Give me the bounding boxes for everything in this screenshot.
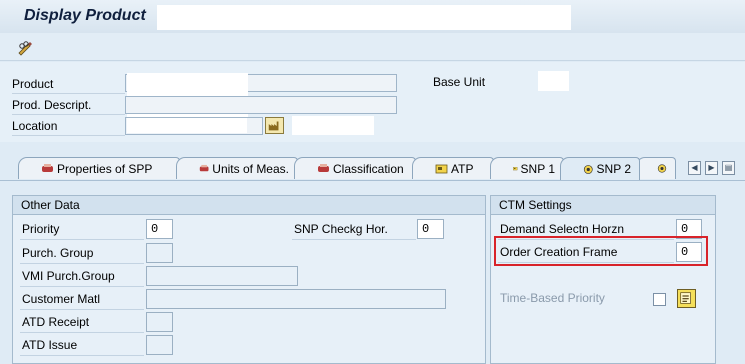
tab-label: Units of Meas. <box>212 161 289 176</box>
window-title: Display Product <box>24 7 146 24</box>
priority-input[interactable]: 0 <box>146 219 173 239</box>
tab-list-button[interactable]: ▤ <box>722 161 735 175</box>
tab-snp-2[interactable]: SNP 2 <box>560 157 640 180</box>
tab-atp[interactable]: ATP <box>412 157 494 179</box>
tab-scroll-left-button[interactable]: ◀ <box>688 161 701 175</box>
atd-issue-input[interactable] <box>146 335 173 355</box>
title-bar: Display Product <box>0 0 745 33</box>
classification-icon <box>318 164 329 172</box>
tab-overflow[interactable] <box>636 157 676 179</box>
atp-icon <box>435 164 448 174</box>
snp-checkg-hor-input[interactable]: 0 <box>417 219 444 239</box>
pencil-glasses-icon[interactable] <box>16 40 34 56</box>
customer-matl-input[interactable] <box>146 289 446 309</box>
tab-units-of-meas[interactable]: Units of Meas. <box>176 157 298 179</box>
highlight-box <box>494 236 708 266</box>
location-value-help-button[interactable] <box>265 117 284 134</box>
priority-label: Priority <box>20 219 144 240</box>
tab-strip: Properties of SPP Units of Meas. Classif… <box>0 157 745 180</box>
description-field[interactable] <box>125 96 397 114</box>
maintain-icon <box>680 292 691 304</box>
spp-icon <box>42 164 53 172</box>
location-label: Location <box>12 117 125 136</box>
tab-label: ATP <box>451 161 474 176</box>
vmi-purch-group-label: VMI Purch.Group <box>20 266 144 287</box>
tab-properties-of-spp[interactable]: Properties of SPP <box>18 157 180 179</box>
atd-receipt-label: ATD Receipt <box>20 312 144 333</box>
purch-group-input[interactable] <box>146 243 173 263</box>
tab-label: SNP 2 <box>596 162 631 176</box>
atd-receipt-input[interactable] <box>146 312 173 332</box>
units-icon <box>199 164 209 172</box>
base-unit-label: Base Unit <box>433 75 486 89</box>
vmi-purch-group-input[interactable] <box>146 266 298 286</box>
time-based-priority-checkbox[interactable] <box>653 293 666 306</box>
time-based-priority-button[interactable] <box>677 289 696 308</box>
factory-icon <box>268 121 279 131</box>
group-title: CTM Settings <box>491 196 715 215</box>
description-label: Prod. Descript. <box>12 96 125 115</box>
tab-snp-1[interactable]: SNP 1 <box>490 157 564 179</box>
atd-issue-label: ATD Issue <box>20 335 144 356</box>
tab-classification[interactable]: Classification <box>294 157 416 179</box>
base-unit-field[interactable] <box>538 71 569 91</box>
title-redaction <box>157 5 571 30</box>
tab-label: Classification <box>333 161 404 176</box>
group-title: Other Data <box>13 196 485 215</box>
tab-label: Properties of SPP <box>57 161 153 176</box>
tab-scroll-right-button[interactable]: ▶ <box>705 161 718 175</box>
product-label: Product <box>12 75 125 94</box>
target-icon <box>657 164 667 173</box>
application-toolbar <box>0 33 745 61</box>
time-based-priority-label: Time-Based Priority <box>500 291 605 305</box>
customer-matl-label: Customer Matl <box>20 289 144 310</box>
redaction-location-desc <box>292 116 374 135</box>
tab-label: SNP 1 <box>520 161 555 176</box>
snp-target-icon <box>583 164 593 174</box>
snp-icon <box>513 167 518 171</box>
purch-group-label: Purch. Group <box>20 243 144 264</box>
redaction-location <box>127 118 247 133</box>
snp-checkg-hor-label: SNP Checkg Hor. <box>292 219 416 240</box>
